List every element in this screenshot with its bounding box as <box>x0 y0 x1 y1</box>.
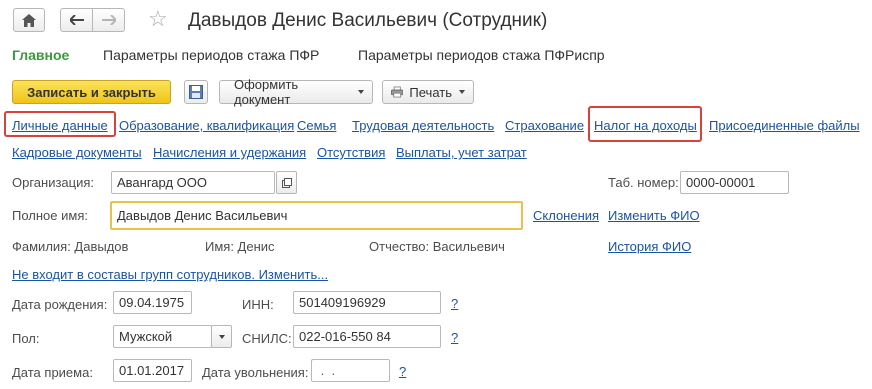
tab-number-label: Таб. номер: <box>608 175 679 190</box>
dismissal-date-value: . . <box>317 363 336 378</box>
org-field[interactable]: Авангард ООО <box>111 171 275 194</box>
hire-date-label: Дата приема: <box>12 365 93 380</box>
groups-link[interactable]: Не входит в составы групп сотрудников. И… <box>12 267 328 282</box>
inn-label: ИНН: <box>242 297 274 312</box>
link-absences[interactable]: Отсутствия <box>317 145 385 160</box>
highlight-income-tax <box>588 106 702 142</box>
tab-main[interactable]: Главное <box>12 47 69 63</box>
hire-date-field[interactable]: 01.01.2017 <box>113 359 192 382</box>
gender-label: Пол: <box>12 331 40 346</box>
gender-dropdown-button[interactable] <box>211 325 232 348</box>
snils-help-link[interactable]: ? <box>451 330 458 345</box>
link-accruals[interactable]: Начисления и удержания <box>153 145 306 160</box>
link-payments[interactable]: Выплаты, учет затрат <box>396 145 527 160</box>
fullname-field[interactable]: Давыдов Денис Васильевич <box>110 201 523 230</box>
inn-value: 501409196929 <box>299 295 386 310</box>
birth-date-field[interactable]: 09.04.1975 <box>113 291 192 314</box>
make-document-button[interactable]: Оформить документ <box>219 77 373 107</box>
save-button[interactable] <box>184 80 208 104</box>
floppy-disk-icon <box>189 85 203 99</box>
link-attached-files[interactable]: Присоединенные файлы <box>709 118 860 133</box>
make-document-label: Оформить документ <box>234 77 299 107</box>
birth-date-label: Дата рождения: <box>12 297 108 312</box>
birth-date-value: 09.04.1975 <box>119 295 185 310</box>
inn-field[interactable]: 501409196929 <box>293 291 441 314</box>
open-window-icon <box>281 177 292 188</box>
surname-text: Фамилия: Давыдов <box>12 239 129 254</box>
hire-date-value: 01.01.2017 <box>119 363 185 378</box>
patronymic-text: Отчество: Васильевич <box>369 239 505 254</box>
back-button[interactable] <box>60 8 93 32</box>
org-value: Авангард ООО <box>117 175 207 190</box>
printer-icon <box>391 86 404 98</box>
dismissal-date-label: Дата увольнения: <box>202 365 309 380</box>
snils-value: 022-016-550 84 <box>299 329 391 344</box>
org-label: Организация: <box>12 175 95 190</box>
save-close-button[interactable]: Записать и закрыть <box>12 80 171 104</box>
dismissal-help-link[interactable]: ? <box>399 364 406 379</box>
tab-pfr-periods[interactable]: Параметры периодов стажа ПФР <box>103 47 319 63</box>
link-insurance[interactable]: Страхование <box>505 118 584 133</box>
gender-value: Мужской <box>119 329 173 344</box>
open-org-button[interactable] <box>276 171 297 194</box>
chevron-down-icon <box>358 90 364 94</box>
inn-help-link[interactable]: ? <box>451 296 458 311</box>
arrow-left-icon <box>69 15 84 25</box>
dismissal-date-field[interactable]: . . <box>311 359 390 382</box>
home-icon <box>22 13 36 27</box>
print-label: Печать <box>409 84 452 100</box>
fullname-label: Полное имя: <box>12 208 88 223</box>
highlight-personal-data <box>4 111 116 137</box>
gender-select[interactable]: Мужской <box>113 325 212 348</box>
page-title: Давыдов Денис Васильевич (Сотрудник) <box>188 10 548 31</box>
print-button[interactable]: Печать <box>382 80 474 104</box>
tab-pfr-periods-corr[interactable]: Параметры периодов стажа ПФРиспр <box>358 47 605 63</box>
snils-label: СНИЛС: <box>242 331 292 346</box>
home-button[interactable] <box>13 8 45 32</box>
change-fio-link[interactable]: Изменить ФИО <box>608 208 700 223</box>
arrow-right-icon <box>101 15 116 25</box>
link-family[interactable]: Семья <box>297 118 336 133</box>
link-work-history[interactable]: Трудовая деятельность <box>352 118 494 133</box>
declension-link[interactable]: Склонения <box>533 208 599 223</box>
tab-number-field[interactable]: 0000-00001 <box>680 171 789 194</box>
save-close-label: Записать и закрыть <box>27 84 156 100</box>
chevron-down-icon <box>459 90 465 94</box>
chevron-down-icon <box>218 334 225 339</box>
tab-number-value: 0000-00001 <box>686 175 756 190</box>
fio-history-link[interactable]: История ФИО <box>608 239 691 254</box>
link-education[interactable]: Образование, квалификация <box>119 118 294 133</box>
favorite-star-icon[interactable]: ☆ <box>148 7 168 31</box>
link-hr-documents[interactable]: Кадровые документы <box>12 145 142 160</box>
forward-button[interactable] <box>92 8 125 32</box>
fullname-value: Давыдов Денис Васильевич <box>117 208 288 223</box>
snils-field[interactable]: 022-016-550 84 <box>293 325 441 348</box>
name-text: Имя: Денис <box>205 239 275 254</box>
